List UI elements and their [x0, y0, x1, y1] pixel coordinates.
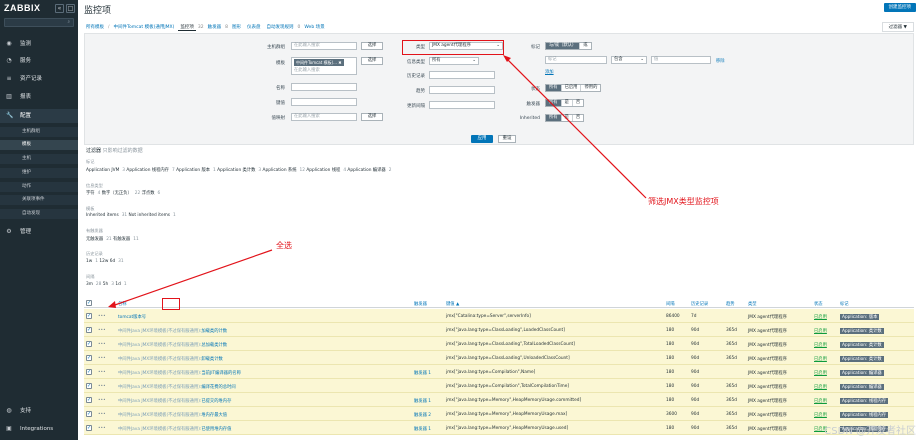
annotation-arrows: [108, 55, 647, 308]
watermark: CSDN @开发者社区: [824, 426, 916, 437]
annotation-select-all: 全选: [276, 241, 292, 250]
select-all-arrowhead: [108, 301, 116, 308]
select-all-arrow: [111, 249, 273, 307]
annotation-filter-note: 筛选JMX类型监控项: [648, 197, 719, 206]
filter-arrow: [505, 57, 647, 199]
filter-arrowhead: [503, 55, 511, 62]
